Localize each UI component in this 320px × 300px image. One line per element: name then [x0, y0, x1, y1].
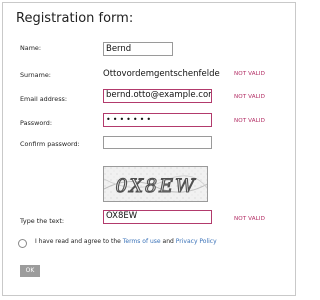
surname-not-valid: NOT VALID: [234, 71, 266, 77]
email-label: Email address:: [20, 95, 68, 103]
privacy-policy-link[interactable]: Privacy Policy: [176, 238, 217, 245]
form-title: Registration form:: [16, 11, 134, 26]
agree-radio[interactable]: [18, 239, 27, 248]
name-label: Name:: [20, 44, 42, 52]
password-label: Password:: [20, 119, 53, 127]
password-input[interactable]: •••••••: [103, 113, 212, 127]
password-not-valid: NOT VALID: [234, 118, 266, 124]
agree-prefix: I have read and agree to the: [35, 238, 121, 245]
name-input[interactable]: Bernd: [103, 42, 173, 56]
captcha-input[interactable]: OX8EW: [103, 210, 212, 224]
email-not-valid: NOT VALID: [234, 94, 266, 100]
agree-and: and: [162, 238, 174, 245]
captcha-text: 0X8EW: [115, 175, 196, 197]
captcha-label: Type the text:: [20, 217, 64, 225]
agree-text: I have read and agree to the Terms of us…: [35, 238, 217, 245]
confirm-password-label: Confirm password:: [20, 140, 80, 148]
captcha-image: 0X8EW: [103, 166, 208, 202]
captcha-not-valid: NOT VALID: [234, 216, 266, 222]
surname-input[interactable]: Ottovordemgentschenfelde: [103, 68, 231, 82]
surname-label: Surname:: [20, 71, 51, 79]
email-input[interactable]: bernd.otto@example.com: [103, 89, 212, 103]
ok-button[interactable]: OK: [20, 265, 40, 277]
terms-of-use-link[interactable]: Terms of use: [123, 238, 161, 245]
confirm-password-input[interactable]: [103, 136, 212, 149]
